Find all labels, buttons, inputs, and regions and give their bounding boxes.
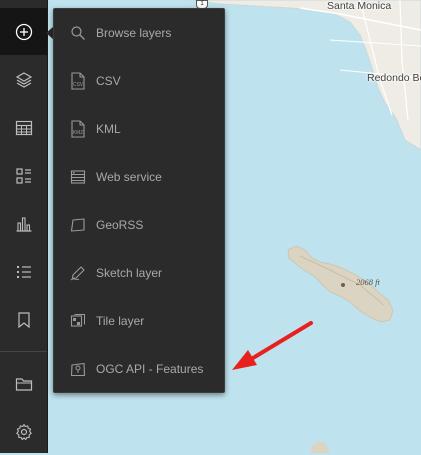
sketch-icon [69,264,87,282]
list-button[interactable] [0,248,47,295]
place-label-santa-monica: Santa Monica [327,0,392,12]
folder-icon [15,377,32,391]
menu-item-label: KML [96,122,121,136]
ogc-features-icon [69,360,87,378]
kml-file-icon: KMZ [69,120,87,138]
legend-icon [15,167,31,184]
add-circle-icon [15,23,32,40]
list-icon [16,265,31,278]
left-toolbar [0,0,48,453]
place-label-redondo-beach: Redondo Be [367,72,421,84]
menu-item-ogc-api-features[interactable]: OGC API - Features [54,346,224,392]
menu-item-tile-layer[interactable]: Tile layer [54,298,224,344]
menu-item-web-service[interactable]: Web service [54,154,224,200]
settings-button[interactable] [0,408,47,455]
menu-item-label: Browse layers [96,26,172,40]
menu-item-label: CSV [96,74,121,88]
csv-file-icon: CSV [69,72,87,90]
menu-item-csv[interactable]: CSV CSV [54,58,224,104]
bar-chart-icon [16,216,31,232]
add-button[interactable] [0,8,47,55]
svg-text:KMZ: KMZ [73,130,84,136]
bookmark-icon [17,311,30,328]
menu-item-label: OGC API - Features [96,362,204,376]
charts-button[interactable] [0,200,47,247]
menu-item-label: GeoRSS [96,218,144,232]
bookmarks-button[interactable] [0,296,47,343]
menu-item-label: Web service [96,170,162,184]
search-icon [69,24,87,42]
table-icon [15,120,32,135]
toolbar-divider [0,351,47,352]
menu-item-georss[interactable]: GeoRSS [54,202,224,248]
open-button[interactable] [0,360,47,407]
menu-caret [46,27,53,39]
menu-item-browse-layers[interactable]: Browse layers [54,10,224,56]
table-button[interactable] [0,104,47,151]
legend-button[interactable] [0,152,47,199]
menu-item-sketch-layer[interactable]: Sketch layer [54,250,224,296]
elevation-label: 2068 ft [356,277,380,287]
menu-item-label: Tile layer [96,314,145,328]
add-layer-menu: Browse layers CSV CSV KMZ KML Web servic… [53,8,225,393]
menu-item-kml[interactable]: KMZ KML [54,106,224,152]
tile-layer-icon [69,312,87,330]
web-service-icon [69,168,87,186]
layers-icon [15,71,32,88]
menu-item-label: Sketch layer [96,266,163,280]
layers-button[interactable] [0,56,47,103]
gear-icon [15,423,32,440]
svg-text:CSV: CSV [73,82,84,88]
georss-icon [69,216,87,234]
